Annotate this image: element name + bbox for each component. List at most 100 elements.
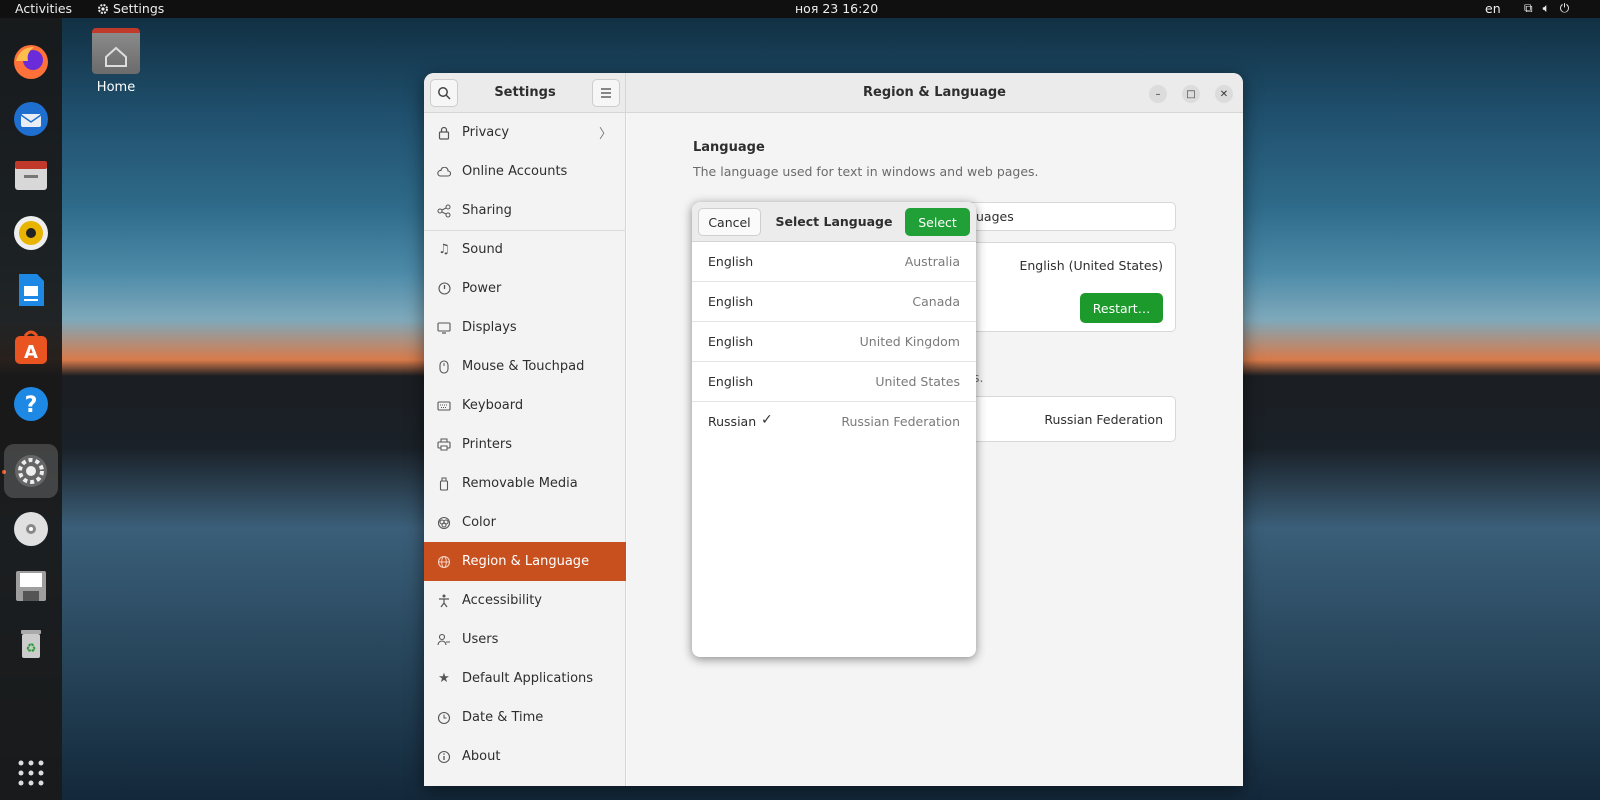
language-region: United Kingdom (859, 334, 960, 349)
sidebar-item-label: Default Applications (462, 671, 594, 686)
sidebar-item-label: Online Accounts (462, 164, 568, 179)
language-list-item[interactable]: English Australia (692, 242, 976, 282)
sidebar-item-label: Removable Media (462, 476, 578, 491)
desktop-home-label: Home (96, 80, 136, 95)
sidebar-item-sharing[interactable]: Sharing (424, 191, 626, 230)
sidebar-item-label: Printers (462, 437, 513, 452)
language-name: Russian (708, 414, 757, 429)
cloud-icon (436, 164, 452, 180)
power-icon (436, 281, 452, 297)
files-icon[interactable] (9, 154, 53, 198)
sidebar-item-date-time[interactable]: Date & Time (424, 698, 626, 737)
sidebar-item-sound[interactable]: ♫ Sound (424, 230, 626, 269)
sidebar-item-users[interactable]: Users (424, 620, 626, 659)
usb-icon (436, 476, 452, 492)
trash-icon[interactable]: ♻ (9, 621, 53, 665)
clock[interactable]: ноя 23 16:20 (795, 1, 878, 16)
select-button[interactable]: Select (905, 208, 970, 236)
manage-languages-label: uages (976, 209, 1014, 224)
close-icon: ✕ (1219, 88, 1229, 100)
mouse-icon (436, 359, 452, 375)
sidebar-item-label: Users (462, 632, 499, 647)
language-section-description: The language used for text in windows an… (693, 164, 1039, 179)
activities-button[interactable]: Activities (15, 1, 72, 16)
keyboard-layout-indicator[interactable]: en (1485, 1, 1501, 16)
minimize-button[interactable]: – (1149, 85, 1167, 103)
desktop-home-icon[interactable]: Home (86, 28, 146, 95)
language-name: English (708, 254, 754, 269)
sidebar-item-removable-media[interactable]: Removable Media (424, 464, 626, 503)
close-button[interactable]: ✕ (1215, 85, 1233, 103)
sidebar-item-power[interactable]: Power (424, 269, 626, 308)
app-grid-icon[interactable] (9, 751, 53, 795)
sidebar-item-label: Displays (462, 320, 517, 335)
network-icon: ⧉ (1524, 1, 1533, 15)
sidebar-item-label: Mouse & Touchpad (462, 359, 585, 374)
thunderbird-icon[interactable] (9, 97, 53, 141)
sidebar-item-accessibility[interactable]: Accessibility (424, 581, 626, 620)
printer-icon (436, 437, 452, 453)
floppy-icon[interactable] (9, 564, 53, 608)
help-icon[interactable]: ? (9, 382, 53, 426)
globe-icon (436, 554, 452, 570)
rhythmbox-icon[interactable] (9, 211, 53, 255)
firefox-icon[interactable] (9, 40, 53, 84)
language-name: English (708, 334, 754, 349)
sidebar-item-label: Sound (462, 242, 503, 257)
sidebar-item-printers[interactable]: Printers (424, 425, 626, 464)
app-menu[interactable]: Settings (97, 1, 164, 16)
sidebar-item-label: Region & Language (462, 554, 590, 569)
lock-icon (436, 125, 452, 141)
current-region-value: Russian Federation (1044, 412, 1163, 427)
share-icon (436, 203, 452, 219)
system-tray[interactable]: ⧉ 🔈︎ ⏻ (1524, 1, 1569, 16)
language-list-item-selected[interactable]: Russian ✓ Russian Federation (692, 402, 976, 442)
sidebar-item-mouse-touchpad[interactable]: Mouse & Touchpad (424, 347, 626, 386)
clock-icon (436, 710, 452, 726)
disc-icon[interactable] (9, 507, 53, 551)
language-region: Australia (904, 254, 960, 269)
gear-icon (98, 3, 108, 14)
restart-button[interactable]: Restart… (1080, 293, 1163, 323)
settings-icon[interactable] (4, 444, 58, 498)
sidebar-item-label: About (462, 749, 501, 764)
dialog-title: Select Language (775, 214, 893, 229)
hamburger-icon (601, 88, 611, 98)
sidebar-item-label: Sharing (462, 203, 512, 218)
language-list-item[interactable]: English United States (692, 362, 976, 402)
power-icon: ⏻ (1559, 1, 1570, 15)
display-icon (436, 320, 452, 336)
star-icon: ★ (438, 671, 450, 686)
svg-text:♻: ♻ (26, 641, 37, 655)
menu-button[interactable] (592, 79, 620, 107)
cancel-button[interactable]: Cancel (698, 208, 761, 236)
sidebar-item-color[interactable]: Color (424, 503, 626, 542)
language-section-title: Language (693, 140, 765, 155)
chevron-right-icon: 〉 (598, 127, 612, 142)
sidebar-item-privacy[interactable]: Privacy 〉 (424, 113, 626, 152)
volume-icon: 🔈︎ (1542, 1, 1550, 15)
window-header: Settings Region & Language – □ ✕ (424, 73, 1243, 113)
accessibility-icon (436, 593, 452, 609)
language-name: English (708, 294, 754, 309)
sidebar-item-region-language[interactable]: Region & Language (424, 542, 626, 581)
dock: A ? ♻ (0, 18, 62, 800)
sidebar: Privacy 〉 Online Accounts Sharing ♫ Soun… (424, 113, 626, 786)
sidebar-item-online-accounts[interactable]: Online Accounts (424, 152, 626, 191)
language-region: Russian Federation (841, 414, 960, 429)
sidebar-item-about[interactable]: About (424, 737, 626, 776)
maximize-button[interactable]: □ (1182, 85, 1200, 103)
language-list-item[interactable]: English Canada (692, 282, 976, 322)
info-icon (436, 749, 452, 765)
sidebar-item-default-applications[interactable]: ★ Default Applications (424, 659, 626, 698)
libreoffice-writer-icon[interactable] (9, 268, 53, 312)
svg-text:?: ? (25, 393, 38, 418)
sidebar-item-displays[interactable]: Displays (424, 308, 626, 347)
keyboard-icon (436, 398, 452, 414)
app-center-icon[interactable]: A (9, 325, 53, 369)
sidebar-item-keyboard[interactable]: Keyboard (424, 386, 626, 425)
app-menu-label: Settings (113, 1, 165, 16)
sidebar-header: Settings (424, 73, 626, 113)
dialog-header: Cancel Select Language Select (692, 202, 976, 242)
language-list-item[interactable]: English United Kingdom (692, 322, 976, 362)
